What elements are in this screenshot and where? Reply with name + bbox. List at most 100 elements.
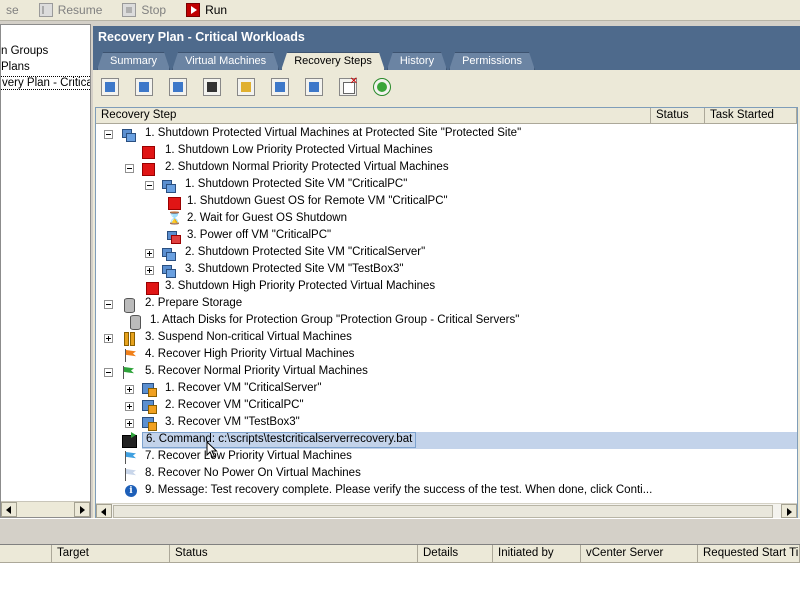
scroll-left-icon[interactable] bbox=[1, 502, 17, 517]
expand-icon[interactable] bbox=[125, 385, 134, 394]
move-up-icon[interactable] bbox=[271, 78, 289, 96]
tab-recovery-steps[interactable]: Recovery Steps bbox=[281, 52, 385, 70]
step-row[interactable]: 2. Shutdown Normal Priority Protected Vi… bbox=[96, 160, 797, 177]
tab-summary[interactable]: Summary bbox=[97, 52, 170, 70]
step-label: 5. Recover Normal Priority Virtual Machi… bbox=[145, 365, 368, 377]
inventory-tree[interactable]: n Groups Plans very Plan - Critical W bbox=[0, 24, 91, 518]
stop-button[interactable]: Stop bbox=[116, 1, 172, 20]
step-row[interactable]: 2. Shutdown Protected Site VM "CriticalS… bbox=[96, 245, 797, 262]
step-row[interactable]: 2. Wait for Guest OS Shutdown bbox=[96, 211, 797, 228]
step-label: 1. Shutdown Protected Virtual Machines a… bbox=[145, 127, 522, 139]
step-row[interactable]: 8. Recover No Power On Virtual Machines bbox=[96, 466, 797, 483]
tab-permissions[interactable]: Permissions bbox=[449, 52, 535, 70]
edit-step-icon[interactable] bbox=[237, 78, 255, 96]
delete-step-icon[interactable] bbox=[339, 76, 358, 96]
step-row[interactable]: 9. Message: Test recovery complete. Plea… bbox=[96, 483, 797, 500]
tree-item-protection-groups[interactable]: n Groups bbox=[1, 45, 50, 57]
tasks-header: Target Status Details Initiated by vCent… bbox=[0, 545, 800, 563]
recover-vm-icon bbox=[141, 416, 157, 431]
step-row-selected[interactable]: 6. Command: c:\scripts\testcriticalserve… bbox=[122, 432, 797, 449]
resume-icon bbox=[38, 3, 53, 17]
step-label: 9. Message: Test recovery complete. Plea… bbox=[145, 484, 653, 496]
step-row[interactable]: 3. Shutdown Protected Site VM "TestBox3" bbox=[96, 262, 797, 279]
collapse-icon[interactable] bbox=[125, 164, 134, 173]
column-details[interactable]: Details bbox=[418, 545, 493, 563]
suspend-icon bbox=[121, 331, 136, 346]
collapse-icon[interactable] bbox=[104, 368, 113, 377]
step-label: 2. Shutdown Protected Site VM "CriticalS… bbox=[185, 246, 426, 258]
hourglass-icon bbox=[166, 211, 182, 227]
step-row[interactable]: 3. Recover VM "TestBox3" bbox=[96, 415, 797, 432]
column-requested-start[interactable]: Requested Start Ti... bbox=[698, 545, 800, 563]
add-step-after-icon[interactable] bbox=[135, 78, 153, 96]
recover-vm-icon bbox=[141, 382, 157, 397]
step-row[interactable]: 1. Shutdown Protected Virtual Machines a… bbox=[96, 126, 797, 143]
step-label: 4. Recover High Priority Virtual Machine… bbox=[145, 348, 355, 360]
column-initiated-by[interactable]: Initiated by bbox=[493, 545, 581, 563]
run-button-label: Run bbox=[205, 3, 228, 17]
recent-tasks-grid[interactable]: Target Status Details Initiated by vCent… bbox=[0, 544, 800, 600]
add-command-icon[interactable] bbox=[203, 78, 221, 96]
step-row[interactable]: 5. Recover Normal Priority Virtual Machi… bbox=[96, 364, 797, 381]
grid-body: 1. Shutdown Protected Virtual Machines a… bbox=[96, 125, 797, 503]
step-row[interactable]: 3. Power off VM "CriticalPC" bbox=[96, 228, 797, 245]
run-icon bbox=[186, 3, 201, 17]
step-row[interactable]: 1. Shutdown Low Priority Protected Virtu… bbox=[96, 143, 797, 160]
step-row[interactable]: 2. Recover VM "CriticalPC" bbox=[96, 398, 797, 415]
step-row[interactable]: 1. Shutdown Protected Site VM "CriticalP… bbox=[96, 177, 797, 194]
column-blank[interactable] bbox=[0, 545, 52, 563]
scroll-left-icon[interactable] bbox=[96, 504, 112, 518]
step-row[interactable]: 4. Recover High Priority Virtual Machine… bbox=[96, 347, 797, 364]
column-target[interactable]: Target bbox=[52, 545, 170, 563]
column-task-started[interactable]: Task Started bbox=[705, 108, 797, 124]
step-label: 1. Shutdown Low Priority Protected Virtu… bbox=[165, 144, 433, 156]
expand-icon[interactable] bbox=[145, 249, 154, 258]
column-recovery-step[interactable]: Recovery Step bbox=[96, 108, 651, 124]
resume-button[interactable]: Resume bbox=[33, 1, 109, 20]
panel-title: Recovery Plan - Critical Workloads bbox=[98, 30, 305, 44]
step-label: 8. Recover No Power On Virtual Machines bbox=[145, 467, 361, 479]
scroll-right-icon[interactable] bbox=[781, 504, 797, 518]
step-row[interactable]: 3. Suspend Non-critical Virtual Machines bbox=[96, 330, 797, 347]
pause-button[interactable]: se bbox=[0, 1, 25, 20]
collapse-icon[interactable] bbox=[104, 300, 113, 309]
vm-group-icon bbox=[121, 127, 136, 142]
step-row[interactable]: 1. Recover VM "CriticalServer" bbox=[96, 381, 797, 398]
expand-icon[interactable] bbox=[125, 402, 134, 411]
column-vcenter-server[interactable]: vCenter Server bbox=[581, 545, 698, 563]
run-button[interactable]: Run bbox=[180, 1, 233, 20]
collapse-icon[interactable] bbox=[104, 130, 113, 139]
left-horizontal-scrollbar[interactable] bbox=[1, 501, 90, 517]
tree-item-recovery-plan-critical[interactable]: very Plan - Critical W bbox=[1, 76, 90, 90]
add-prompt-icon[interactable] bbox=[169, 78, 187, 96]
status-strip bbox=[0, 518, 800, 544]
stop-button-label: Stop bbox=[141, 3, 167, 17]
expand-icon[interactable] bbox=[104, 334, 113, 343]
grid-horizontal-scrollbar[interactable] bbox=[96, 503, 797, 519]
step-label: 6. Command: c:\scripts\testcriticalserve… bbox=[142, 432, 417, 448]
recovery-steps-grid[interactable]: Recovery Step Status Task Started 1. Shu… bbox=[95, 107, 798, 520]
collapse-icon[interactable] bbox=[145, 181, 154, 190]
step-row[interactable]: 1. Shutdown Guest OS for Remote VM "Crit… bbox=[96, 194, 797, 211]
scroll-right-icon[interactable] bbox=[74, 502, 90, 517]
step-row[interactable]: 7. Recover Low Priority Virtual Machines bbox=[96, 449, 797, 466]
add-step-before-icon[interactable] bbox=[101, 78, 119, 96]
step-row[interactable]: 2. Prepare Storage bbox=[96, 296, 797, 313]
tab-history[interactable]: History bbox=[387, 52, 447, 70]
flag-blue-icon bbox=[123, 450, 138, 465]
steps-toolbar bbox=[93, 73, 800, 101]
tab-virtual-machines[interactable]: Virtual Machines bbox=[172, 52, 279, 70]
tree-item-recovery-plans[interactable]: Plans bbox=[1, 61, 32, 73]
scrollbar-thumb[interactable] bbox=[113, 505, 773, 518]
column-status[interactable]: Status bbox=[651, 108, 705, 124]
expand-icon[interactable] bbox=[125, 419, 134, 428]
step-row[interactable]: 1. Attach Disks for Protection Group "Pr… bbox=[96, 313, 797, 330]
step-row[interactable]: 3. Shutdown High Priority Protected Virt… bbox=[96, 279, 797, 296]
expand-icon[interactable] bbox=[145, 266, 154, 275]
refresh-icon[interactable] bbox=[373, 78, 391, 96]
step-label: 7. Recover Low Priority Virtual Machines bbox=[145, 450, 352, 462]
move-down-icon[interactable] bbox=[305, 78, 323, 96]
recovery-plan-panel: Recovery Plan - Critical Workloads Summa… bbox=[93, 26, 800, 520]
flag-orange-icon bbox=[123, 348, 138, 363]
column-status[interactable]: Status bbox=[170, 545, 418, 563]
